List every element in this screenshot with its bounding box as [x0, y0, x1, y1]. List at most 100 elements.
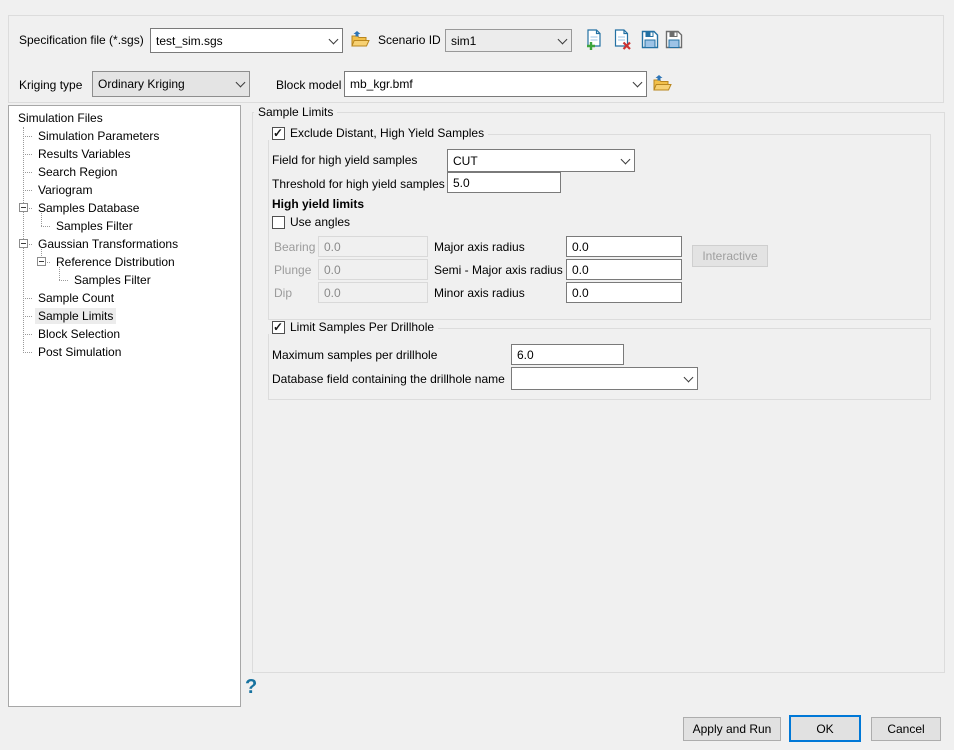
chevron-down-icon [231, 72, 249, 96]
threshold-input[interactable]: 5.0 [447, 172, 561, 193]
angle-label: Dip [274, 286, 292, 300]
kriging-type-dropdown[interactable]: Ordinary Kriging [92, 71, 250, 97]
angle-input: 0.0 [318, 259, 428, 280]
tree-item[interactable]: Samples Database [9, 199, 240, 217]
threshold-label: Threshold for high yield samples [272, 177, 445, 191]
tree-item[interactable]: Sample Count [9, 289, 240, 307]
chevron-down-icon [324, 29, 342, 52]
tree-item[interactable]: Block Selection [9, 325, 240, 343]
kriging-type-label: Kriging type [19, 78, 82, 92]
open-spec-file-icon[interactable] [351, 30, 371, 47]
save-scenario-icon[interactable] [641, 30, 659, 49]
tree-item-label: Gaussian Transformations [35, 236, 181, 252]
tree-item[interactable]: Results Variables [9, 145, 240, 163]
limit-drillhole-checkbox[interactable] [272, 321, 285, 334]
tree-item[interactable]: Search Region [9, 163, 240, 181]
collapse-icon[interactable] [19, 239, 28, 248]
block-model-label: Block model [276, 78, 341, 92]
tree-item-label: Samples Filter [71, 272, 154, 288]
radius-row: Minor axis radius 0.0 [434, 282, 684, 305]
spec-file-combo[interactable]: test_sim.sgs [150, 28, 343, 53]
kriging-type-value: Ordinary Kriging [93, 77, 231, 91]
tree-item[interactable]: Variogram [9, 181, 240, 199]
angle-label: Plunge [274, 263, 311, 277]
simulation-tree: Simulation Files Simulation Parameters R… [8, 105, 241, 707]
tree-item[interactable]: Simulation Parameters [9, 127, 240, 145]
apply-and-run-button[interactable]: Apply and Run [683, 717, 781, 741]
tree-item-label: Search Region [35, 164, 120, 180]
tree-item[interactable]: Gaussian Transformations [9, 235, 240, 253]
radius-label: Semi - Major axis radius [434, 263, 563, 277]
tree-item[interactable]: Sample Limits [9, 307, 240, 325]
tree-item-label: Samples Database [35, 200, 142, 216]
high-yield-field-combo[interactable]: CUT [447, 149, 635, 172]
radius-row: Major axis radius 0.0 [434, 236, 684, 259]
spec-file-label: Specification file (*.sgs) [19, 33, 144, 47]
chevron-down-icon [628, 72, 646, 96]
ok-button[interactable]: OK [789, 715, 861, 742]
tree-item[interactable]: Post Simulation [9, 343, 240, 361]
radius-row: Semi - Major axis radius 0.0 [434, 259, 684, 282]
tree-item[interactable]: Samples Filter [9, 217, 240, 235]
use-angles-row: Use angles [268, 215, 354, 229]
tree-item-label: Reference Distribution [53, 254, 178, 270]
exclude-distant-label: Exclude Distant, High Yield Samples [290, 126, 484, 140]
tree-item-label: Variogram [35, 182, 95, 198]
header-panel: Specification file (*.sgs) test_sim.sgs … [8, 15, 944, 103]
collapse-icon[interactable] [19, 203, 28, 212]
radius-rows: Major axis radius 0.0 Semi - Major axis … [434, 236, 684, 305]
high-yield-limits-heading: High yield limits [272, 197, 364, 211]
radius-input[interactable]: 0.0 [566, 259, 682, 280]
tree-item-label: Results Variables [35, 146, 133, 162]
db-field-combo[interactable] [511, 367, 698, 390]
save-as-scenario-icon[interactable] [665, 30, 683, 49]
scenario-id-value: sim1 [446, 34, 553, 48]
exclude-distant-legend: Exclude Distant, High Yield Samples [268, 126, 488, 140]
new-scenario-icon[interactable] [585, 29, 604, 50]
use-angles-checkbox[interactable] [272, 216, 285, 229]
high-yield-field-value: CUT [448, 154, 616, 168]
exclude-distant-checkbox[interactable] [272, 127, 285, 140]
radius-input[interactable]: 0.0 [566, 282, 682, 303]
tree-item-label: Block Selection [35, 326, 123, 342]
tree-rows: Simulation Files Simulation Parameters R… [9, 109, 240, 361]
open-block-model-icon[interactable] [653, 74, 673, 91]
tree-item-label: Samples Filter [53, 218, 136, 234]
delete-scenario-icon[interactable] [613, 29, 632, 50]
help-icon[interactable]: ? [245, 676, 257, 698]
tree-item-label: Sample Limits [35, 308, 116, 324]
interactive-button: Interactive [692, 245, 768, 267]
high-yield-field-label: Field for high yield samples [272, 153, 417, 167]
sample-limits-group-title: Sample Limits [254, 105, 337, 119]
radius-label: Minor axis radius [434, 286, 525, 300]
tree-item-label: Simulation Files [15, 110, 106, 126]
db-field-label: Database field containing the drillhole … [272, 372, 505, 386]
tree-item-label: Post Simulation [35, 344, 124, 360]
limit-drillhole-label: Limit Samples Per Drillhole [290, 320, 434, 334]
angle-input: 0.0 [318, 282, 428, 303]
chevron-down-icon [553, 30, 571, 51]
chevron-down-icon [679, 368, 697, 389]
radius-input[interactable]: 0.0 [566, 236, 682, 257]
tree-item[interactable]: Samples Filter [9, 271, 240, 289]
simulation-dialog: Specification file (*.sgs) test_sim.sgs … [0, 0, 954, 750]
scenario-id-combo[interactable]: sim1 [445, 29, 572, 52]
cancel-button[interactable]: Cancel [871, 717, 941, 741]
block-model-combo[interactable]: mb_kgr.bmf [344, 71, 647, 97]
angle-input: 0.0 [318, 236, 428, 257]
max-samples-label: Maximum samples per drillhole [272, 348, 437, 362]
collapse-icon[interactable] [37, 257, 46, 266]
tree-item[interactable]: Reference Distribution [9, 253, 240, 271]
chevron-down-icon [616, 150, 634, 171]
tree-item-label: Simulation Parameters [35, 128, 162, 144]
scenario-id-label: Scenario ID [378, 33, 441, 47]
angle-label: Bearing [274, 240, 315, 254]
use-angles-label: Use angles [290, 215, 350, 229]
limit-drillhole-legend: Limit Samples Per Drillhole [268, 320, 438, 334]
radius-label: Major axis radius [434, 240, 525, 254]
spec-file-value: test_sim.sgs [151, 34, 324, 48]
tree-item-label: Sample Count [35, 290, 117, 306]
max-samples-input[interactable]: 6.0 [511, 344, 624, 365]
tree-item[interactable]: Simulation Files [9, 109, 240, 127]
block-model-value: mb_kgr.bmf [345, 77, 628, 91]
